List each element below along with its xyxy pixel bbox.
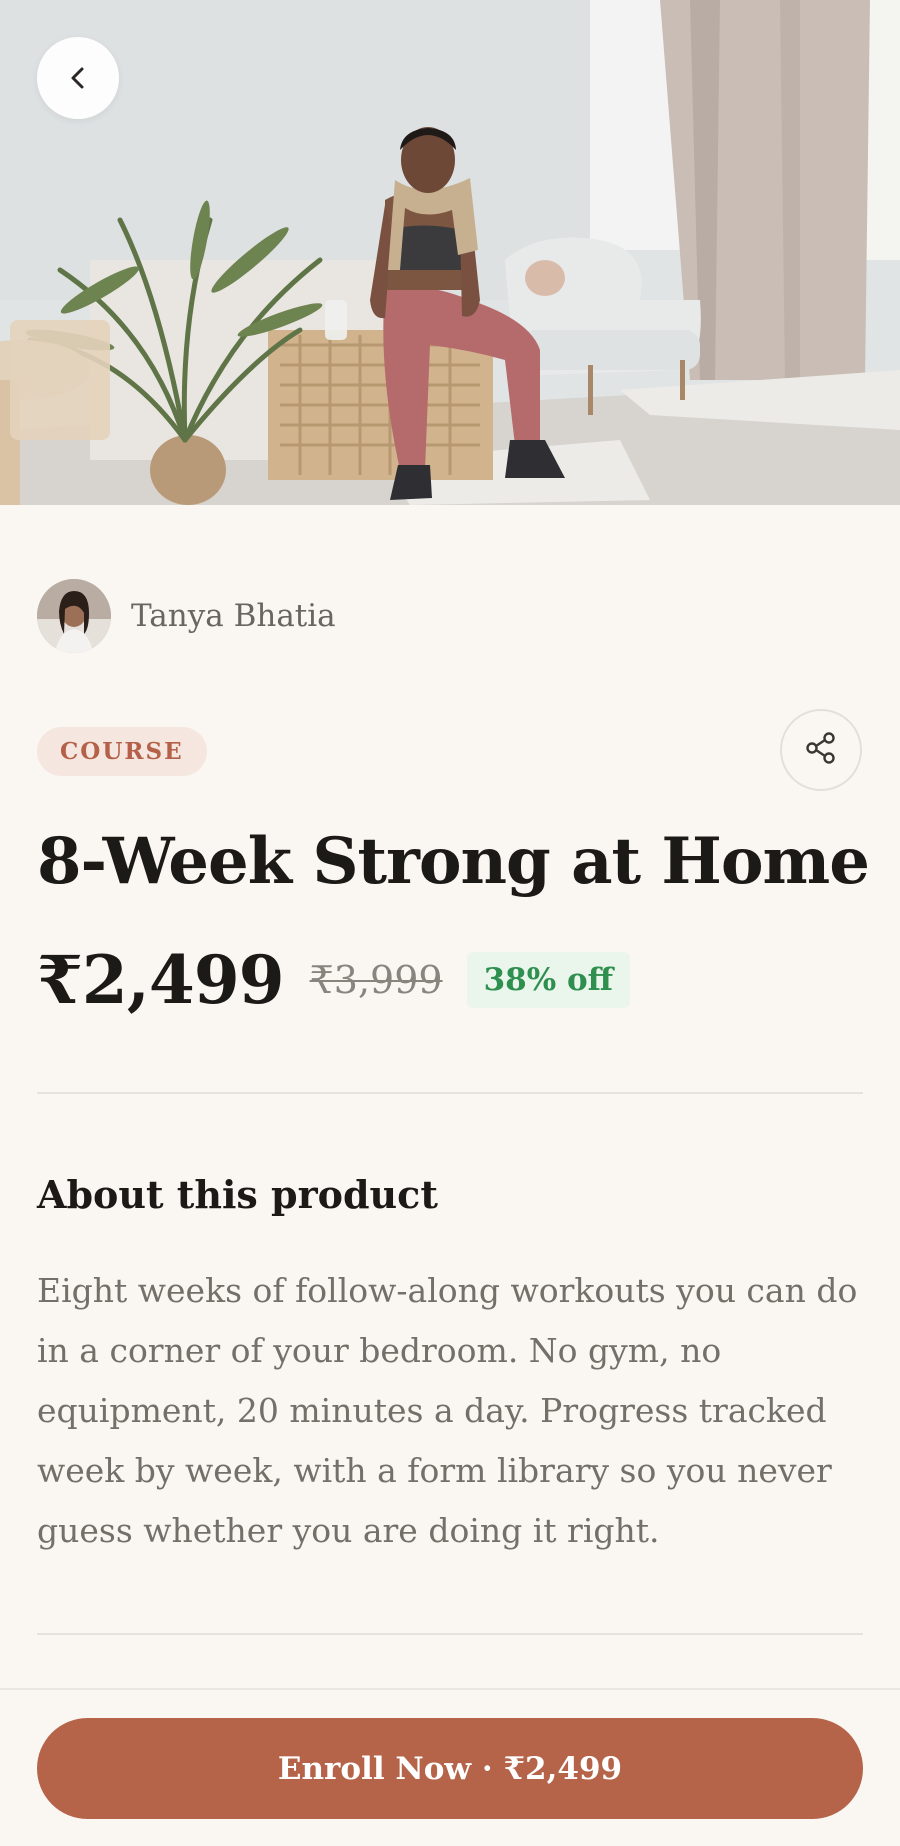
chevron-left-icon: [64, 64, 92, 92]
hero-photo: [0, 0, 900, 505]
enroll-button[interactable]: Enroll Now · ₹2,499: [37, 1718, 863, 1819]
product-title: 8-Week Strong at Home: [37, 824, 870, 899]
product-type-badge: COURSE: [37, 727, 207, 776]
avatar[interactable]: [37, 579, 111, 653]
discount-badge: 38% off: [466, 952, 631, 1008]
divider: [37, 1633, 863, 1635]
footer-bar: Enroll Now · ₹2,499: [0, 1688, 900, 1846]
divider: [37, 1092, 863, 1094]
share-button[interactable]: [780, 709, 862, 791]
current-price: ₹2,499: [37, 941, 285, 1019]
share-icon: [803, 730, 839, 770]
price-row: ₹2,499 ₹3,999 38% off: [37, 935, 631, 1025]
original-price: ₹3,999: [309, 958, 443, 1002]
creator-info[interactable]: Tanya Bhatia: [37, 579, 336, 653]
back-button[interactable]: [37, 37, 119, 119]
about-heading: About this product: [37, 1172, 438, 1217]
creator-name[interactable]: Tanya Bhatia: [131, 598, 336, 634]
about-description: Eight weeks of follow-along workouts you…: [37, 1271, 858, 1550]
hero-image: [0, 0, 900, 505]
